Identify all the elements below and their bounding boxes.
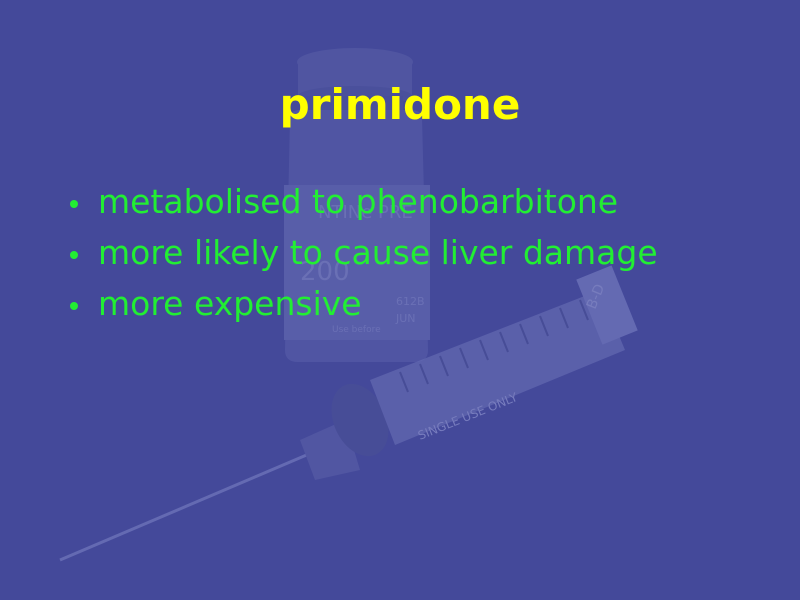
bullet-item: more expensive — [70, 278, 658, 329]
bullet-icon — [70, 199, 78, 208]
bullet-item: more likely to cause liver damage — [70, 227, 658, 278]
bullet-icon — [70, 250, 78, 259]
bullet-text: more likely to cause liver damage — [98, 233, 658, 272]
slide-title: primidone — [279, 80, 521, 129]
slide: NTINe PRE 200 612B JUN Use before SINGLE… — [0, 0, 800, 600]
bullet-text: metabolised to phenobarbitone — [98, 182, 619, 221]
bullet-list: metabolised to phenobarbitone more likel… — [70, 176, 658, 329]
bullet-icon — [70, 301, 78, 310]
bullet-text: more expensive — [98, 284, 362, 323]
bullet-item: metabolised to phenobarbitone — [70, 176, 658, 227]
